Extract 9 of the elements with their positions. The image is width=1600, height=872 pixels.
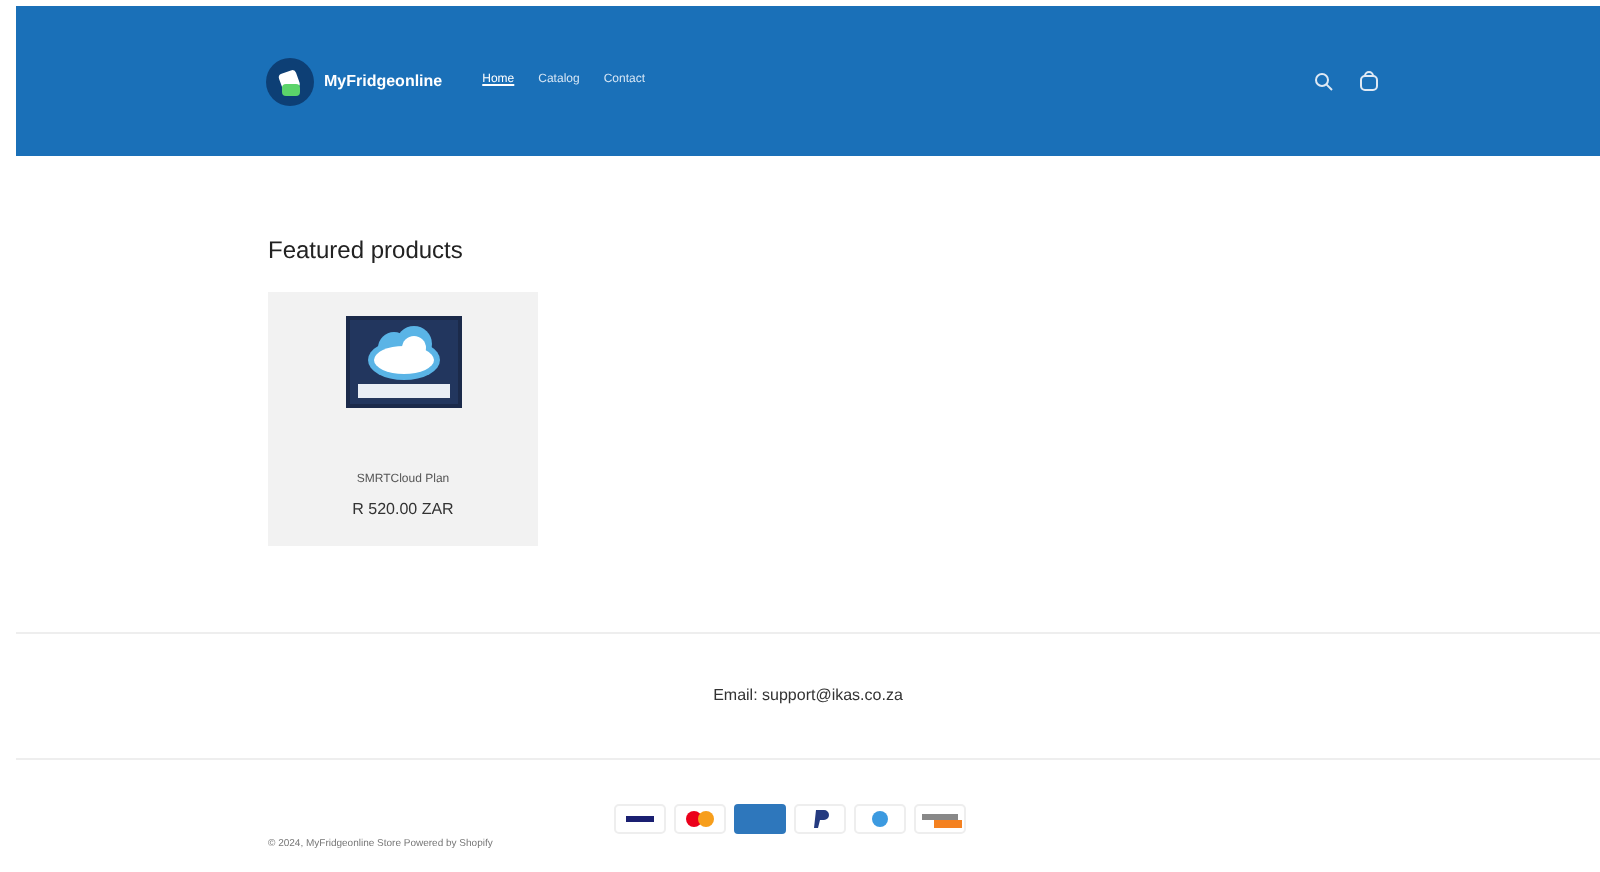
section-title: Featured products: [268, 234, 465, 268]
logo-text[interactable]: MyFridgeonline: [324, 69, 443, 93]
search-icon[interactable]: [1314, 71, 1334, 91]
cart-icon[interactable]: [1358, 70, 1380, 92]
contact-email: Email: support@ikas.co.za: [713, 684, 903, 708]
product-price: R 520.00 ZAR: [352, 498, 454, 522]
mastercard-icon: [674, 804, 726, 834]
logo-icon: [264, 55, 316, 107]
paypal-icon: [794, 804, 846, 834]
